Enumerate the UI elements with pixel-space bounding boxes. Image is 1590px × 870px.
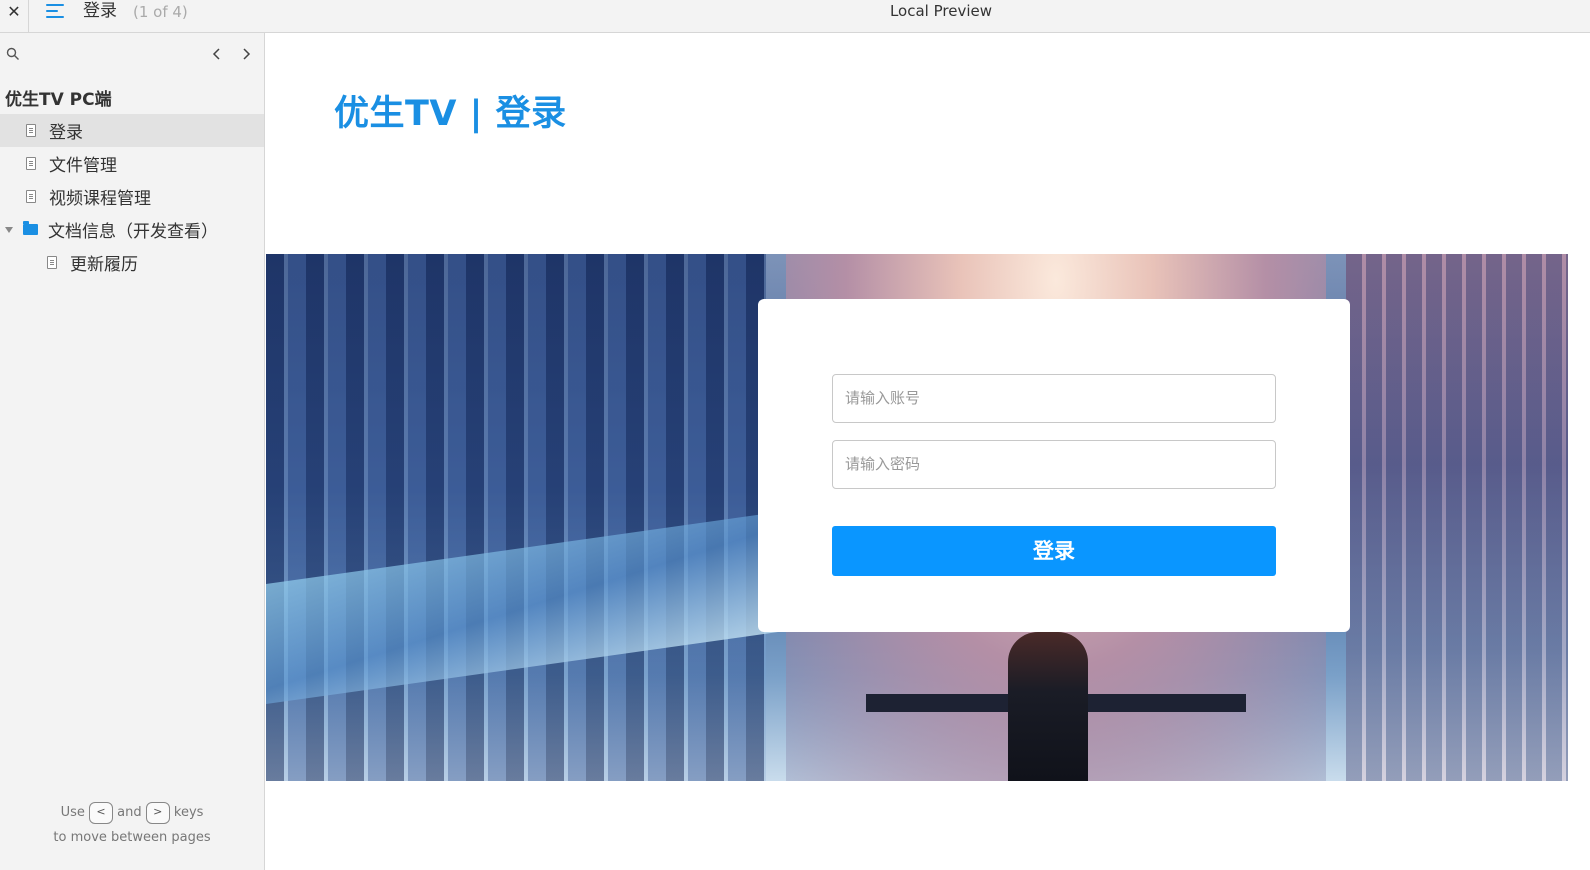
search-icon[interactable]: [6, 47, 20, 61]
caret-down-icon[interactable]: [5, 226, 13, 233]
key-prev-icon: <: [89, 801, 113, 824]
help-text: keys: [173, 805, 204, 820]
chevron-right-icon: [243, 48, 251, 60]
page-count: (1 of 4): [133, 3, 188, 21]
password-input[interactable]: 请输入密码: [832, 440, 1276, 489]
server-rack-image: [1346, 254, 1568, 781]
server-rack-image: [266, 254, 766, 781]
sidebar: 优生TV PC端 登录 文件管理 视频课程管理 文档信息（开发查看） 更新履历 …: [0, 33, 265, 870]
page-icon: [26, 190, 36, 203]
sidebar-item-label: 登录: [49, 123, 83, 143]
prev-page-button[interactable]: [209, 44, 225, 64]
folder-icon: [23, 221, 38, 235]
sidebar-item-label: 更新履历: [70, 255, 138, 275]
help-text: to move between pages: [53, 830, 211, 845]
person-silhouette-image: [1008, 632, 1088, 781]
help-text: and: [117, 805, 142, 820]
keyboard-help: Use < and > keys to move between pages: [0, 800, 264, 850]
main-content: 优生TV | 登录 请输入账号 请输入密码 登录: [266, 33, 1590, 870]
window-title: Local Preview: [889, 2, 993, 20]
sidebar-item-label: 文件管理: [49, 156, 117, 176]
page-icon: [26, 124, 36, 137]
sidebar-item-label: 文档信息（开发查看）: [48, 222, 218, 242]
page-heading: 优生TV | 登录: [334, 94, 567, 134]
help-text: Use: [60, 805, 85, 820]
sidebar-item-changelog[interactable]: 更新履历: [0, 246, 264, 279]
login-button[interactable]: 登录: [832, 526, 1276, 576]
sidebar-item-label: 视频课程管理: [49, 189, 151, 209]
page-icon: [26, 157, 36, 170]
key-next-icon: >: [145, 801, 170, 824]
current-page-title: 登录: [83, 1, 117, 21]
close-icon[interactable]: ✕: [0, 0, 28, 22]
divider: [28, 0, 29, 32]
sidebar-item-login[interactable]: 登录: [0, 114, 264, 147]
next-page-button[interactable]: [238, 44, 254, 64]
project-title: 优生TV PC端: [5, 90, 112, 110]
menu-icon[interactable]: [46, 2, 66, 20]
account-input[interactable]: 请输入账号: [832, 374, 1276, 423]
sidebar-folder-doc-info[interactable]: 文档信息（开发查看）: [0, 213, 264, 246]
sidebar-item-video-course-management[interactable]: 视频课程管理: [0, 180, 264, 213]
page-icon: [47, 256, 57, 269]
top-bar: ✕ 登录 (1 of 4) Local Preview: [0, 0, 1590, 33]
sidebar-item-file-management[interactable]: 文件管理: [0, 147, 264, 180]
login-card: 请输入账号 请输入密码 登录: [758, 299, 1350, 632]
chevron-left-icon: [212, 48, 220, 60]
